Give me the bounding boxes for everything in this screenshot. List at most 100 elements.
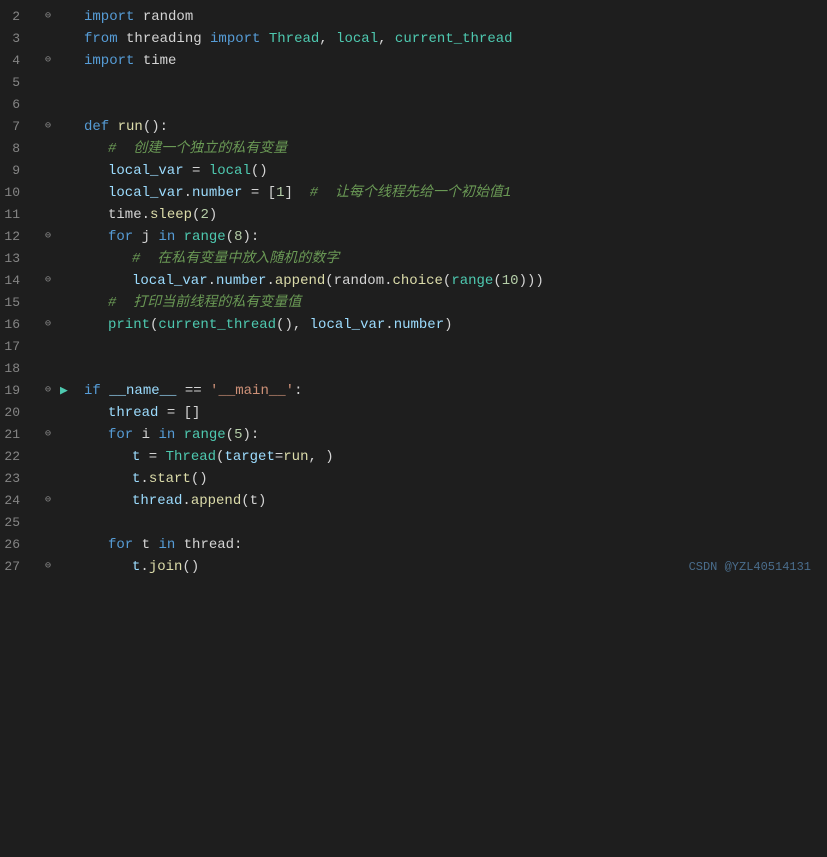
- gutter-19[interactable]: ⊖: [36, 380, 60, 402]
- ln-10: 10: [0, 182, 28, 204]
- num-10: 10: [502, 273, 519, 289]
- code-line-2: import random: [80, 6, 827, 28]
- kw-for-12: for: [108, 229, 133, 245]
- ln-20: 20: [0, 402, 28, 424]
- fold-icon-19[interactable]: ⊖: [45, 380, 51, 402]
- gutter-4[interactable]: ⊖: [36, 50, 60, 72]
- ln-21: 21: [0, 424, 28, 446]
- code-line-20: thread = []: [80, 402, 827, 424]
- code-line-4: import time: [80, 50, 827, 72]
- run-empty-8: [60, 160, 80, 182]
- run-empty-5: [60, 94, 80, 116]
- ln-2: 2: [0, 6, 28, 28]
- fold-icon-24[interactable]: ⊖: [45, 490, 51, 512]
- run-empty-22: [60, 490, 80, 512]
- ln-22: 22: [0, 446, 28, 468]
- run-empty-19: [60, 424, 80, 446]
- gutter-22: [36, 446, 60, 468]
- fold-icon-16[interactable]: ⊖: [45, 314, 51, 336]
- gutter: ⊖ ⊖ ⊖ ⊖ ⊖ ⊖ ⊖ ⊖: [36, 4, 60, 853]
- code-line-22: t = Thread(target=run, ): [80, 446, 827, 468]
- run-empty-1: [60, 6, 80, 28]
- gutter-21[interactable]: ⊖: [36, 424, 60, 446]
- gutter-8: [36, 138, 60, 160]
- gutter-15: [36, 292, 60, 314]
- run-empty-20: [60, 446, 80, 468]
- var-thread: thread: [108, 405, 158, 421]
- run-empty-4: [60, 72, 80, 94]
- gutter-14[interactable]: ⊖: [36, 270, 60, 292]
- cls-thread: Thread: [269, 31, 319, 47]
- fn-run: run: [118, 119, 143, 135]
- kw-if: if: [84, 383, 101, 399]
- fold-icon-27[interactable]: ⊖: [45, 556, 51, 578]
- run-empty-2: [60, 28, 80, 50]
- gutter-27[interactable]: ⊖: [36, 556, 60, 578]
- run-empty-17: [60, 358, 80, 380]
- code-line-24: thread.append(t): [80, 490, 827, 512]
- ln-4: 4: [0, 50, 28, 72]
- gutter-7[interactable]: ⊖: [36, 116, 60, 138]
- run-icon[interactable]: ▶: [60, 380, 80, 402]
- run-empty-24: [60, 534, 80, 556]
- gutter-23: [36, 468, 60, 490]
- ln-23: 23: [0, 468, 28, 490]
- str-main: '__main__': [210, 383, 294, 399]
- ln-9: 9: [0, 160, 28, 182]
- code-line-6: [80, 94, 827, 116]
- fold-icon-2[interactable]: ⊖: [45, 6, 51, 28]
- var-local-var-2: local_var: [108, 185, 184, 201]
- fold-icon-14[interactable]: ⊖: [45, 270, 51, 292]
- fn-run-22: run: [283, 449, 308, 465]
- line-numbers: 2 3 4 5 6 7 8 9 10 11 12 13 14 15 16 17 …: [0, 4, 36, 853]
- kw-import-3: import: [210, 31, 260, 47]
- gutter-2[interactable]: ⊖: [36, 6, 60, 28]
- code-line-15: # 打印当前线程的私有变量值: [80, 292, 827, 314]
- comment-10: # 让每个线程先给一个初始值1: [310, 185, 512, 201]
- ln-3: 3: [0, 28, 28, 50]
- watermark: CSDN @YZL40514131: [689, 556, 811, 578]
- ln-6: 6: [0, 94, 28, 116]
- builtin-range-14: range: [451, 273, 493, 289]
- dunder-name: __name__: [109, 383, 176, 399]
- gutter-24[interactable]: ⊖: [36, 490, 60, 512]
- run-empty-10: [60, 204, 80, 226]
- code-line-14: local_var.number.append(random.choice(ra…: [80, 270, 827, 292]
- gutter-16[interactable]: ⊖: [36, 314, 60, 336]
- comment-13: # 在私有变量中放入随机的数字: [132, 251, 339, 267]
- kw-in-12: in: [158, 229, 175, 245]
- comment-15: # 打印当前线程的私有变量值: [108, 295, 301, 311]
- fold-icon-4[interactable]: ⊖: [45, 50, 51, 72]
- gutter-17: [36, 336, 60, 358]
- kw-in-21: in: [158, 427, 175, 443]
- attr-number-16: number: [394, 317, 444, 333]
- ln-13: 13: [0, 248, 28, 270]
- var-thread-24: thread: [132, 493, 182, 509]
- run-empty-13: [60, 270, 80, 292]
- gutter-12[interactable]: ⊖: [36, 226, 60, 248]
- fn-append: append: [275, 273, 325, 289]
- run-empty-16: [60, 336, 80, 358]
- run-empty-7: [60, 138, 80, 160]
- run-empty-23: [60, 512, 80, 534]
- code-line-3: from threading import Thread, local, cur…: [80, 28, 827, 50]
- fold-icon-7[interactable]: ⊖: [45, 116, 51, 138]
- kw-import-2: import: [84, 9, 134, 25]
- fn-sleep: sleep: [150, 207, 192, 223]
- attr-number: number: [192, 185, 242, 201]
- code-line-11: time.sleep(2): [80, 204, 827, 226]
- fold-icon-12[interactable]: ⊖: [45, 226, 51, 248]
- builtin-print: print: [108, 317, 150, 333]
- gutter-13: [36, 248, 60, 270]
- run-empty-3: [60, 50, 80, 72]
- fn-join: join: [149, 559, 183, 575]
- run-icon-column: ▶: [60, 4, 80, 853]
- fold-icon-21[interactable]: ⊖: [45, 424, 51, 446]
- attr-number-14: number: [216, 273, 266, 289]
- run-empty-25: [60, 556, 80, 578]
- code-line-10: local_var.number = [1] # 让每个线程先给一个初始值1: [80, 182, 827, 204]
- builtin-range-12: range: [184, 229, 226, 245]
- code-line-19: if __name__ == '__main__':: [80, 380, 827, 402]
- kw-def: def: [84, 119, 109, 135]
- gutter-26: [36, 534, 60, 556]
